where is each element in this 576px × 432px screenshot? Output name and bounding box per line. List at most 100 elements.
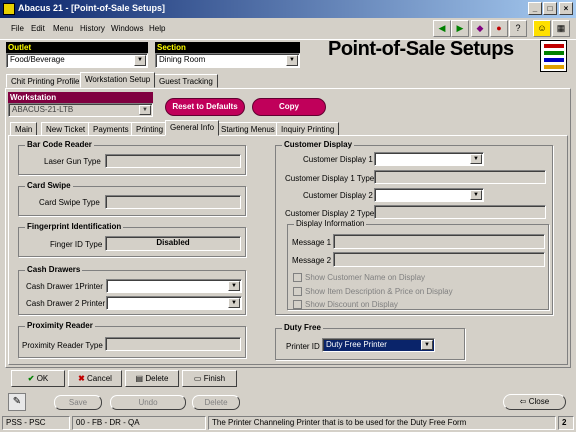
outlet-label: Outlet: [6, 42, 148, 53]
display-info-title: Display Information: [294, 219, 367, 228]
window-title: Abacus 21 - [Point-of-Sale Setups]: [18, 3, 166, 13]
menu-windows[interactable]: Windows: [111, 24, 143, 33]
tab-inquiry-printing[interactable]: Inquiry Printing: [276, 122, 340, 136]
show-discount-label: Show Discount on Display: [305, 300, 398, 309]
bottom-delete-button[interactable]: Delete: [192, 395, 240, 410]
fingerprint-title: Fingerprint Identification: [25, 222, 124, 231]
outlet-select[interactable]: Food/Beverage ▼: [6, 53, 148, 68]
chevron-down-icon[interactable]: ▼: [134, 55, 146, 66]
duty-free-printer-select[interactable]: Duty Free Printer ▼: [322, 338, 435, 352]
show-item-checkbox: Show Item Description & Price on Display: [293, 287, 453, 297]
tab-main[interactable]: Main: [10, 122, 38, 136]
abacus-logo: [540, 40, 567, 72]
laser-gun-label: Laser Gun Type: [44, 157, 101, 166]
proximity-title: Proximity Reader: [25, 321, 95, 330]
close-button[interactable]: ⇦ Close: [503, 394, 566, 410]
tab-starting-menus[interactable]: Starting Menus: [216, 122, 280, 136]
title-bar: Abacus 21 - [Point-of-Sale Setups] _ □ ×: [0, 0, 576, 18]
menu-edit[interactable]: Edit: [31, 24, 45, 33]
cd2-select[interactable]: ▼: [374, 188, 484, 202]
cashdrawers-title: Cash Drawers: [25, 265, 83, 274]
checkbox-icon: [293, 287, 302, 297]
cancel-button[interactable]: ✖ Cancel: [68, 370, 122, 387]
chevron-down-icon[interactable]: ▼: [228, 281, 240, 291]
tab-payments[interactable]: Payments: [88, 122, 134, 136]
finish-button[interactable]: ▭ Finish: [182, 370, 237, 387]
user-icon[interactable]: ☺: [533, 20, 551, 37]
cash-drawer1-label: Cash Drawer 1Printer: [26, 282, 103, 291]
menu-history[interactable]: History: [80, 24, 105, 33]
cash-drawer1-select[interactable]: ▼: [106, 279, 242, 293]
chevron-down-icon[interactable]: ▼: [470, 154, 482, 164]
tab-general-info[interactable]: General Info: [165, 120, 220, 136]
delete-icon: ▤: [135, 374, 144, 383]
chevron-down-icon[interactable]: ▼: [421, 340, 433, 350]
save-button[interactable]: Save: [54, 395, 102, 410]
close-window-button[interactable]: ×: [559, 2, 573, 15]
minimize-button[interactable]: _: [528, 2, 542, 15]
barcode-title: Bar Code Reader: [25, 140, 94, 149]
page-title: Point-of-Sale Setups: [328, 38, 514, 60]
chevron-down-icon[interactable]: ▼: [470, 190, 482, 200]
message1-field: [333, 234, 545, 249]
undo-button[interactable]: Undo: [110, 395, 186, 410]
customer-display-title: Customer Display: [282, 140, 355, 149]
previous-icon[interactable]: ◀: [433, 20, 451, 37]
section-select[interactable]: Dining Room ▼: [155, 53, 300, 68]
cash-drawer2-select[interactable]: ▼: [106, 296, 242, 310]
alert-icon[interactable]: ●: [490, 20, 508, 37]
tab-chit-printing[interactable]: Chit Printing Profile: [6, 74, 85, 88]
check-icon: ✔: [27, 374, 35, 383]
reset-defaults-button[interactable]: Reset to Defaults: [165, 98, 245, 116]
status-bar: PSS - PSC 00 - FB - DR - QA The Printer …: [0, 414, 576, 432]
delete-label: Delete: [145, 374, 169, 383]
workstation-select[interactable]: ABACUS-21-LTB ▼: [8, 103, 153, 117]
x-icon: ✖: [78, 374, 85, 383]
ok-button[interactable]: ✔ OK: [11, 370, 65, 387]
status-help-text: The Printer Channeling Printer that is t…: [208, 416, 556, 430]
cd1-type-field: [374, 170, 546, 184]
printer-id-label: Printer ID: [286, 342, 320, 351]
finger-id-label: Finger ID Type: [50, 240, 103, 249]
ok-label: OK: [36, 374, 49, 383]
card-swipe-label: Card Swipe Type: [39, 198, 100, 207]
status-module: PSS - PSC: [2, 416, 70, 430]
help-icon[interactable]: ?: [509, 20, 527, 37]
workstation-label: Workstation: [8, 92, 153, 103]
copy-button[interactable]: Copy: [252, 98, 326, 116]
cd1-select[interactable]: ▼: [374, 152, 484, 166]
status-number: 2: [558, 416, 574, 430]
menu-menu[interactable]: Menu: [53, 24, 73, 33]
duty-free-title: Duty Free: [282, 323, 323, 332]
finish-icon: ▭: [193, 374, 202, 383]
calculator-icon[interactable]: ▦: [552, 20, 570, 37]
message2-field: [333, 252, 545, 267]
chevron-down-icon[interactable]: ▼: [286, 55, 298, 66]
laser-gun-field: [105, 154, 241, 168]
chevron-down-icon[interactable]: ▼: [228, 298, 240, 308]
section-label: Section: [155, 42, 300, 53]
record-icon[interactable]: ✎: [8, 393, 26, 411]
section-value: Dining Room: [159, 55, 206, 64]
tab-workstation-setup[interactable]: Workstation Setup: [80, 72, 156, 88]
tab-printing[interactable]: Printing: [131, 122, 169, 136]
message2-label: Message 2: [292, 256, 332, 265]
cash-drawer2-label: Cash Drawer 2 Printer: [26, 299, 106, 308]
proximity-field: [105, 337, 241, 351]
notes-icon[interactable]: ◆: [471, 20, 489, 37]
tab-guest-tracking[interactable]: Guest Tracking: [154, 74, 218, 88]
cd2-type-field: [374, 205, 546, 219]
next-icon[interactable]: ▶: [451, 20, 469, 37]
close-label: Close: [528, 397, 550, 406]
show-name-checkbox: Show Customer Name on Display: [293, 273, 425, 283]
status-context: 00 - FB - DR - QA: [72, 416, 206, 430]
cardswipe-title: Card Swipe: [25, 181, 73, 190]
menu-help[interactable]: Help: [149, 24, 165, 33]
close-icon: ⇦: [519, 397, 527, 406]
delete-button[interactable]: ▤ Delete: [125, 370, 179, 387]
maximize-button[interactable]: □: [543, 2, 557, 15]
menu-file[interactable]: File: [11, 24, 24, 33]
menu-bar: File Edit Menu History Windows Help ◀ ▶ …: [0, 18, 576, 40]
chevron-down-icon[interactable]: ▼: [139, 105, 151, 115]
tab-new-ticket[interactable]: New Ticket: [41, 122, 91, 136]
